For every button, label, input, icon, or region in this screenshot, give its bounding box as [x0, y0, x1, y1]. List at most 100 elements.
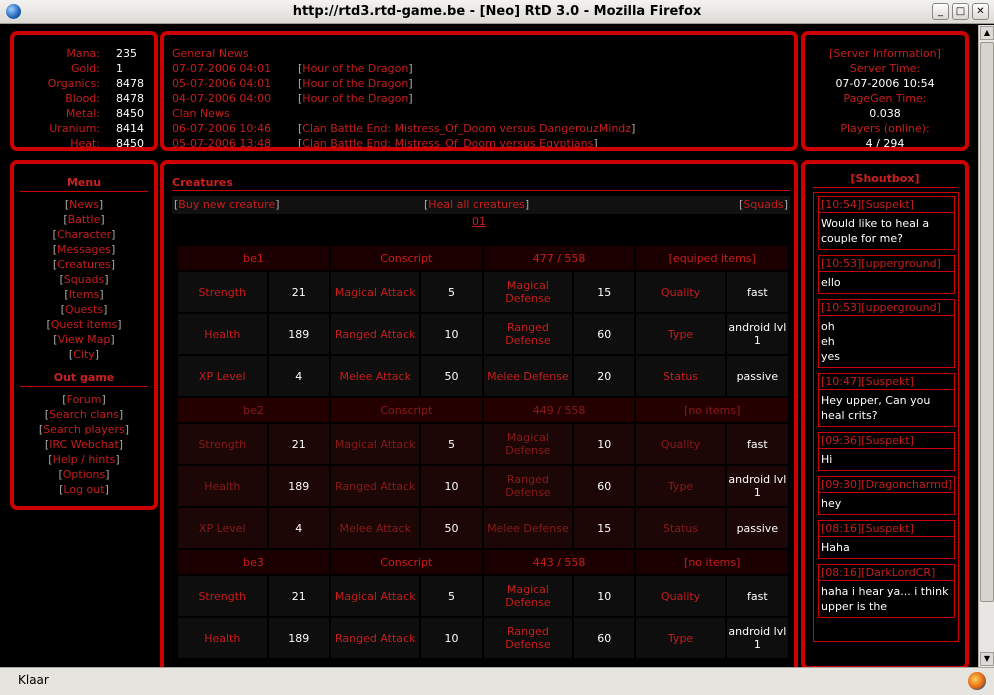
menu-item-label: Squads	[63, 273, 105, 286]
menu-item-quests[interactable]: [Quests]	[14, 303, 154, 318]
server-info-panel: [Server Information] Server Time: 07-07-…	[801, 31, 969, 151]
creature-items-link[interactable]: [equiped items]	[636, 246, 788, 270]
shout-message: [09:30][Dragoncharmd] hey	[818, 476, 955, 515]
resource-row: Organics: 8478	[28, 77, 154, 92]
shout-user-link[interactable]: Suspekt	[866, 522, 910, 535]
menu-item-creatures[interactable]: [Creatures]	[14, 258, 154, 273]
stat-label: Ranged Attack	[331, 618, 420, 658]
players-label: Players (online):	[840, 122, 930, 135]
buy-creature-link[interactable]: [Buy new creature]	[174, 198, 280, 211]
resource-row: Uranium: 8414	[28, 122, 154, 137]
menu-item-messages[interactable]: [Messages]	[14, 243, 154, 258]
outgame-item-search-players[interactable]: [Search players]	[14, 423, 154, 438]
news-link[interactable]: [Hour of the Dragon]	[298, 62, 413, 75]
stat-value: 15	[574, 272, 635, 312]
outgame-item-search-clans[interactable]: [Search clans]	[14, 408, 154, 423]
stat-label: Type	[636, 314, 725, 354]
page-link[interactable]: 01	[472, 215, 486, 228]
vertical-scrollbar[interactable]: ▲ ▼	[978, 25, 994, 667]
shout-user-link[interactable]: upperground	[866, 301, 937, 314]
stat-label: Health	[178, 314, 267, 354]
pagegen-label: PageGen Time:	[843, 92, 927, 105]
stat-value: 50	[421, 356, 482, 396]
shoutbox-title[interactable]: [Shoutbox]	[813, 172, 957, 188]
resource-value: 235	[116, 47, 137, 60]
outgame-item-help-hints[interactable]: [Help / hints]	[14, 453, 154, 468]
shoutbox-panel: [Shoutbox] [10:54][Suspekt] Would like to…	[801, 160, 969, 667]
stat-value: android lvl 1	[726, 466, 788, 506]
stat-label: Magical Defense	[483, 576, 573, 616]
shout-header: [08:16][Suspekt]	[819, 521, 954, 537]
news-link[interactable]: [Clan Battle End: Mistress_Of_Doom versu…	[298, 122, 635, 135]
firefox-icon	[968, 672, 986, 690]
creature-items-link[interactable]: [no items]	[636, 550, 788, 574]
stat-value: android lvl 1	[726, 618, 788, 658]
shout-time: 10:54	[825, 198, 857, 211]
stat-label: Ranged Attack	[331, 314, 420, 354]
shout-time: 08:16	[825, 566, 857, 579]
shout-user-link[interactable]: Suspekt	[866, 198, 910, 211]
shout-user-link[interactable]: Suspekt	[866, 375, 910, 388]
menu-item-label: Battle	[67, 213, 101, 226]
menu-item-label: Forum	[66, 393, 102, 406]
stat-value: fast	[726, 576, 788, 616]
menu-item-battle[interactable]: [Battle]	[14, 213, 154, 228]
stat-value: 10	[421, 618, 482, 658]
stat-value: 4	[268, 356, 330, 396]
menu-item-view-map[interactable]: [View Map]	[14, 333, 154, 348]
menu-item-quest-items[interactable]: [Quest items]	[14, 318, 154, 333]
stat-value: 10	[574, 576, 635, 616]
stat-label: Magical Attack	[331, 576, 420, 616]
stat-label: Status	[636, 508, 725, 548]
shout-user-link[interactable]: upperground	[866, 257, 937, 270]
shout-user-link[interactable]: Suspekt	[866, 434, 910, 447]
close-button[interactable]: ✕	[972, 3, 989, 20]
shout-user-link[interactable]: DarkLordCR	[866, 566, 931, 579]
shout-user-link[interactable]: Dragoncharmd	[866, 478, 948, 491]
menu-item-label: Log out	[63, 483, 105, 496]
stat-label: Magical Attack	[331, 272, 420, 312]
outgame-item-forum[interactable]: [Forum]	[14, 393, 154, 408]
menu-item-label: Search players	[43, 423, 125, 436]
news-link[interactable]: [Hour of the Dragon]	[298, 77, 413, 90]
news-link[interactable]: [Hour of the Dragon]	[298, 92, 413, 105]
menu-item-city[interactable]: [City]	[14, 348, 154, 363]
stat-label: Magical Defense	[483, 272, 573, 312]
resource-value: 8478	[116, 77, 144, 90]
outgame-item-irc-webchat[interactable]: [IRC Webchat]	[14, 438, 154, 453]
stat-value: 21	[268, 576, 330, 616]
resource-value: 1	[116, 62, 123, 75]
creature-hp: 449 / 558	[483, 398, 635, 422]
resource-label: Gold:	[71, 62, 100, 75]
server-info-title[interactable]: [Server Information]	[805, 47, 965, 62]
squads-link[interactable]: [Squads]	[739, 198, 788, 211]
outgame-item-log-out[interactable]: [Log out]	[14, 483, 154, 498]
scroll-up-icon[interactable]: ▲	[980, 26, 994, 40]
stat-value: fast	[726, 424, 788, 464]
menu-item-squads[interactable]: [Squads]	[14, 273, 154, 288]
creature-class: Conscript	[331, 550, 482, 574]
maximize-button[interactable]: □	[952, 3, 969, 20]
menu-item-items[interactable]: [Items]	[14, 288, 154, 303]
menu-item-label: Creatures	[57, 258, 111, 271]
shout-header: [10:53][upperground]	[819, 256, 954, 272]
creature-stat-row: Health 189 Ranged Attack 10 Ranged Defense 60…	[178, 618, 788, 658]
outgame-item-options[interactable]: [Options]	[14, 468, 154, 483]
stat-label: XP Level	[178, 508, 267, 548]
players-value: 4 / 294	[865, 137, 905, 150]
creature-items-link[interactable]: [no items]	[636, 398, 788, 422]
scroll-down-icon[interactable]: ▼	[980, 652, 994, 666]
resource-label: Uranium:	[49, 122, 100, 135]
menu-item-character[interactable]: [Character]	[14, 228, 154, 243]
shout-message: [10:53][upperground] oh eh yes	[818, 299, 955, 368]
news-link[interactable]: [Clan Battle End: Mistress_Of_Doom versu…	[298, 137, 598, 147]
menu-item-news[interactable]: [News]	[14, 198, 154, 213]
heal-all-link[interactable]: [Heal all creatures]	[424, 198, 529, 211]
creatures-actions: [Buy new creature] [Heal all creatures] …	[172, 196, 790, 214]
menu-item-label: Options	[62, 468, 106, 481]
minimize-button[interactable]: _	[932, 3, 949, 20]
scroll-thumb[interactable]	[980, 42, 994, 602]
shout-header: [10:47][Suspekt]	[819, 374, 954, 390]
stat-label: Melee Attack	[331, 356, 420, 396]
stat-value: 10	[421, 314, 482, 354]
